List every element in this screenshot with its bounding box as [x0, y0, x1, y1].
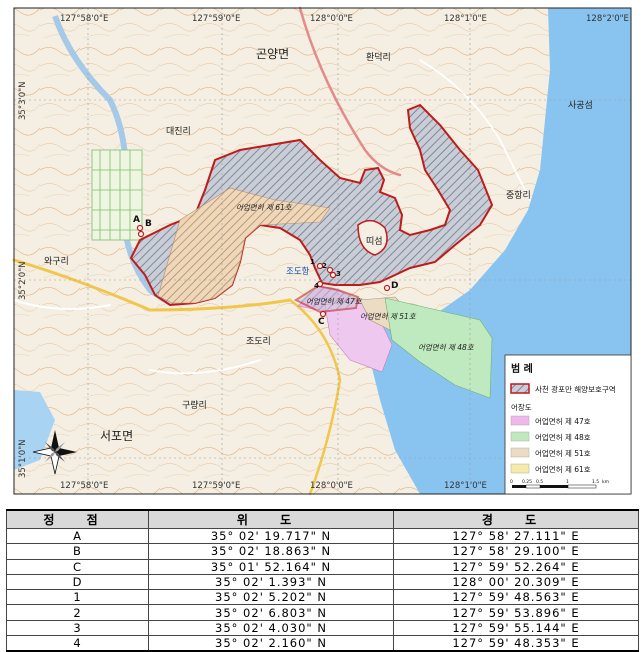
cell-latitude: 35° 02' 19.717" N [148, 527, 394, 545]
place-guryang: 구량리 [182, 399, 207, 411]
cell-latitude: 35° 02' 4.030" N [148, 619, 394, 637]
table-header-row: 정 점 위 도 경 도 [6, 509, 639, 529]
cell-station: 4 [6, 635, 149, 652]
legend-protected-label: 사천 광포만 해양보호구역 [535, 384, 616, 394]
zone-label-51: 어업면허 제 51호 [360, 312, 417, 321]
place-jodohang: 조도항 [286, 267, 310, 277]
scale-tick-1: 0.25 [522, 479, 532, 485]
cell-longitude: 127° 58' 29.100" E [393, 543, 639, 560]
cell-latitude: 35° 01' 52.164" N [148, 558, 394, 575]
grid-label-top-3: 128°0'0"E [310, 14, 353, 24]
legend-label-48: 어업면허 제 48호 [535, 432, 591, 442]
grid-label-top-1: 127°58'0"E [60, 14, 108, 24]
point-label-c: C [318, 317, 325, 327]
cell-longitude: 127° 59' 53.896" E [393, 604, 639, 621]
cell-longitude: 127° 59' 48.563" E [393, 589, 639, 606]
cell-station: C [6, 558, 149, 575]
legend: 범 례 사천 광포만 해양보호구역 어장도 어업면허 제 47호 어업면허 제 … [504, 354, 632, 495]
place-daejin: 대진리 [166, 126, 191, 137]
place-oguri: 와구리 [44, 255, 69, 267]
legend-title: 범 례 [511, 362, 533, 375]
grid-label-bottom-2: 127°59'0"E [192, 481, 240, 491]
grid-label-top-4: 128°1'0"E [444, 14, 487, 24]
point-label-2: 2 [322, 262, 327, 270]
cell-station: 3 [6, 619, 149, 637]
place-goyang: 곤양면 [256, 47, 289, 61]
table-row: C 35° 01' 52.164" N 127° 59' 52.264" E [6, 558, 639, 575]
place-seopo: 서포면 [100, 429, 133, 443]
cell-longitude: 127° 59' 48.353" E [393, 635, 639, 652]
table-row: 1 35° 02' 5.202" N 127° 59' 48.563" E [6, 589, 639, 606]
point-label-4: 4 [314, 282, 319, 290]
place-hwandeok: 환덕리 [366, 51, 391, 63]
zone-label-48: 어업면허 제 48호 [418, 343, 475, 352]
cell-station: 1 [6, 589, 149, 606]
cell-station: D [6, 573, 149, 591]
grid-label-left-3: 35°1'0"N [18, 440, 28, 479]
table-row: A 35° 02' 19.717" N 127° 58' 27.111" E [6, 527, 639, 545]
point-label-3: 3 [336, 270, 341, 278]
cell-longitude: 127° 59' 52.264" E [393, 558, 639, 575]
zone-label-47: 어업면허 제 47호 [306, 297, 363, 306]
scale-tick-0: 0 [510, 479, 513, 485]
map-figure: 127°58'0"E 127°59'0"E 128°0'0"E 128°1'0"… [12, 6, 632, 496]
legend-swatch-48 [510, 431, 530, 442]
grid-label-bottom-1: 127°58'0"E [60, 481, 108, 491]
paddy-fields [91, 149, 143, 241]
cell-station: 2 [6, 604, 149, 621]
scale-tick-4: 1.5 [592, 479, 599, 485]
cell-station: A [6, 527, 149, 545]
legend-swatch-47 [510, 415, 530, 426]
cell-longitude: 127° 58' 27.111" E [393, 527, 639, 545]
legend-label-51: 어업면허 제 51호 [535, 448, 591, 458]
cell-latitude: 35° 02' 5.202" N [148, 589, 394, 606]
grid-label-bottom-3: 128°0'0"E [310, 481, 353, 491]
legend-swatch-61 [510, 463, 530, 474]
place-saryang: 사공섬 [568, 100, 593, 111]
table-row: 4 35° 02' 2.160" N 127° 59' 48.353" E [6, 635, 639, 652]
header-station: 정 점 [6, 509, 149, 529]
cell-latitude: 35° 02' 18.863" N [148, 543, 394, 560]
cell-latitude: 35° 02' 6.803" N [148, 604, 394, 621]
legend-swatch-protected [510, 383, 530, 394]
place-junghang: 중항리 [506, 190, 531, 201]
point-label-d: D [391, 281, 398, 291]
table-row: D 35° 02' 1.393" N 128° 00' 20.309" E [6, 573, 639, 591]
scale-tick-3: 1 [566, 479, 569, 485]
grid-label-left-2: 35°2'0"N [18, 262, 28, 301]
place-jodori: 조도리 [246, 336, 271, 347]
legend-label-47: 어업면허 제 47호 [535, 416, 591, 426]
legend-label-61: 어업면허 제 61호 [535, 464, 591, 474]
point-label-1: 1 [310, 258, 315, 266]
place-tiseom: 띠섬 [366, 236, 383, 247]
cell-latitude: 35° 02' 1.393" N [148, 573, 394, 591]
legend-swatch-51 [510, 447, 530, 458]
legend-subtitle: 어장도 [511, 402, 532, 412]
grid-label-left-1: 35°3'0"N [18, 82, 28, 121]
cell-longitude: 128° 00' 20.309" E [393, 573, 639, 591]
coordinate-table: 정 점 위 도 경 도 A 35° 02' 19.717" N 127° 58'… [6, 509, 639, 652]
grid-label-top-2: 127°59'0"E [192, 14, 240, 24]
grid-label-top-5: 128°2'0"E [586, 14, 629, 24]
cell-longitude: 127° 59' 55.144" E [393, 619, 639, 637]
point-label-a: A [133, 215, 140, 225]
scale-unit: km [602, 479, 609, 485]
scale-tick-2: 0.5 [536, 479, 543, 485]
point-label-b: B [145, 219, 152, 229]
table-row: 2 35° 02' 6.803" N 127° 59' 53.896" E [6, 604, 639, 621]
zone-label-61: 어업면허 제 61호 [236, 203, 293, 212]
header-latitude: 위 도 [148, 509, 394, 529]
grid-label-bottom-4: 128°1'0"E [444, 481, 487, 491]
cell-latitude: 35° 02' 2.160" N [148, 635, 394, 652]
table-row: 3 35° 02' 4.030" N 127° 59' 55.144" E [6, 619, 639, 637]
table-row: B 35° 02' 18.863" N 127° 58' 29.100" E [6, 543, 639, 560]
header-longitude: 경 도 [393, 509, 639, 529]
cell-station: B [6, 543, 149, 560]
